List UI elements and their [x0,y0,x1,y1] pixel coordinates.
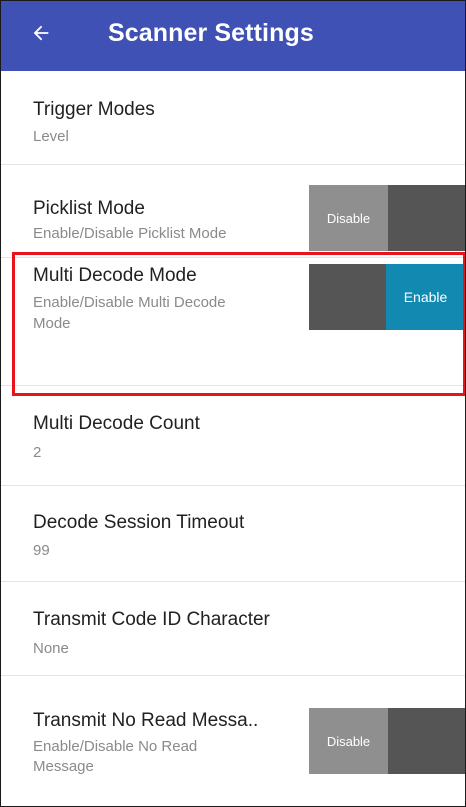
setting-description-line-2: Mode [33,315,71,332]
page-title: Scanner Settings [108,19,314,47]
setting-decode-session-timeout[interactable]: Decode Session Timeout 99 [1,486,465,582]
transmit-no-read-message-toggle[interactable]: Disable [309,708,465,774]
toggle-label: Disable [309,708,388,774]
setting-title: Transmit No Read Messa.. [33,710,259,731]
setting-title: Picklist Mode [33,198,145,219]
setting-multi-decode-count[interactable]: Multi Decode Count 2 [1,386,465,486]
setting-picklist-mode[interactable]: Picklist Mode Enable/Disable Picklist Mo… [1,165,465,258]
setting-description-line-1: Enable/Disable Multi Decode [33,294,226,311]
toggle-label: Disable [309,185,388,251]
arrow-left-icon [33,25,49,41]
back-button[interactable] [25,17,57,49]
setting-description-line-2: Message [33,758,94,775]
setting-title: Decode Session Timeout [33,512,245,533]
setting-value: 99 [33,542,50,559]
picklist-mode-toggle[interactable]: Disable [309,185,465,251]
setting-title: Multi Decode Mode [33,265,197,286]
multi-decode-mode-toggle[interactable]: Enable [309,264,465,330]
setting-description: Enable/Disable Picklist Mode [33,225,227,242]
setting-value: None [33,640,69,657]
setting-title: Transmit Code ID Character [33,609,270,630]
app-bar: Scanner Settings [1,1,465,71]
setting-title: Multi Decode Count [33,413,200,434]
setting-value: Level [33,128,69,145]
setting-trigger-modes[interactable]: Trigger Modes Level [1,71,465,165]
setting-value: 2 [33,444,42,461]
screen: Scanner Settings Trigger Modes Level Pic… [0,0,466,807]
setting-transmit-no-read-message[interactable]: Transmit No Read Messa.. Enable/Disable … [1,676,465,806]
toggle-label: Enable [386,264,465,330]
setting-description-line-1: Enable/Disable No Read [33,738,198,755]
setting-transmit-code-id-character[interactable]: Transmit Code ID Character None [1,582,465,676]
setting-multi-decode-mode[interactable]: Multi Decode Mode Enable/Disable Multi D… [1,258,465,386]
setting-title: Trigger Modes [33,99,155,120]
